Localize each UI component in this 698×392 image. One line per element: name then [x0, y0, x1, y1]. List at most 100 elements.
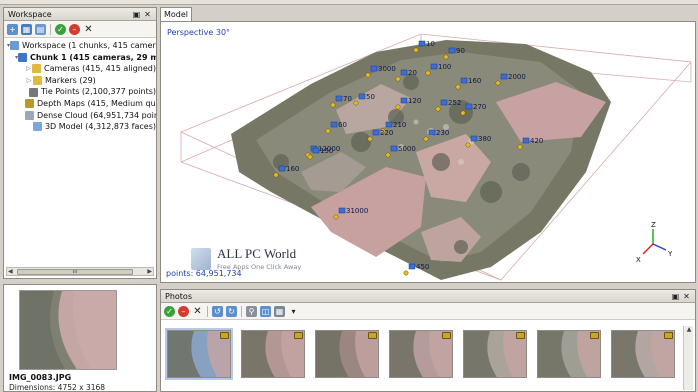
- marker-dot: [365, 72, 371, 78]
- watermark-logo-icon: [191, 247, 211, 270]
- reset-filter-icon[interactable]: ◫: [260, 305, 271, 317]
- tree-item-label: Markers (29): [45, 75, 96, 85]
- depth-maps-icon: [25, 99, 34, 109]
- photo-thumbnail[interactable]: [241, 330, 305, 378]
- tree-item[interactable]: 3D Model (4,312,873 faces): [7, 121, 156, 133]
- tree-item-label: Cameras (415, 415 aligned): [43, 64, 156, 74]
- scroll-left-icon[interactable]: ◀: [7, 268, 13, 275]
- enable-icon[interactable]: ✓: [55, 23, 66, 35]
- rotate-left-icon[interactable]: ↺: [212, 305, 223, 317]
- workspace-tree: ▾ Workspace (1 chunks, 415 cameras) ▾ Chunk…: [4, 38, 156, 133]
- marker-label: 380: [478, 135, 491, 143]
- photo-thumbnails: [165, 328, 675, 380]
- marker-dot: [273, 172, 279, 178]
- float-icon[interactable]: ▣: [671, 292, 680, 301]
- photo-thumbnail[interactable]: [165, 328, 233, 380]
- enable-icon[interactable]: ✓: [164, 305, 175, 317]
- disable-icon[interactable]: –: [69, 23, 80, 35]
- close-icon[interactable]: ✕: [682, 292, 691, 301]
- tree-item[interactable]: Depth Maps (415, Medium qual: [7, 98, 156, 110]
- tree-item[interactable]: ▷ Markers (29): [7, 75, 156, 87]
- watermark-title: ALL PC World: [217, 246, 297, 261]
- camera-icon: [440, 99, 448, 106]
- preview-image: [19, 290, 117, 370]
- svg-text:X: X: [636, 256, 641, 264]
- float-icon[interactable]: ▣: [132, 10, 141, 19]
- disable-icon[interactable]: –: [178, 305, 189, 317]
- camera-icon: [470, 135, 478, 142]
- photos-title: Photos: [165, 291, 192, 301]
- workspace-title: Workspace: [8, 9, 52, 19]
- marker-dot: [413, 47, 419, 53]
- model-tabbar: Model: [160, 7, 696, 21]
- tree-item[interactable]: ▷ Cameras (415, 415 aligned): [7, 63, 156, 75]
- marker-dot: [517, 144, 523, 150]
- marker-label: 420: [530, 137, 543, 145]
- expander-icon[interactable]: ▷: [25, 63, 32, 75]
- camera-icon: [465, 103, 473, 110]
- marker-label: 90: [456, 47, 465, 55]
- marker-dot: [367, 136, 373, 142]
- marker-label: 10: [426, 40, 435, 48]
- marker-dot: [423, 136, 429, 142]
- remove-icon[interactable]: ✕: [192, 306, 203, 317]
- aligned-camera-icon: [516, 332, 525, 339]
- camera-icon: [330, 121, 338, 128]
- camera-icon: [400, 69, 408, 76]
- marker-dot: [455, 84, 461, 90]
- photo-thumbnail[interactable]: [537, 330, 601, 378]
- photo-thumbnail[interactable]: [463, 330, 527, 378]
- close-icon[interactable]: ✕: [143, 10, 152, 19]
- marker-dot: [307, 154, 313, 160]
- top-strip: [0, 0, 698, 5]
- tab-model[interactable]: Model: [160, 7, 192, 21]
- marker-label: 60: [338, 121, 347, 129]
- tree-item-label: Chunk 1 (415 cameras, 29 marker: [30, 52, 156, 62]
- marker-label: 252: [448, 99, 461, 107]
- camera-icon: [385, 121, 393, 128]
- camera-icon: [430, 63, 438, 70]
- filter-icon[interactable]: ⚲: [246, 305, 257, 317]
- photo-thumbnail[interactable]: [315, 330, 379, 378]
- marker-dot: [325, 128, 331, 134]
- camera-icon: [358, 93, 366, 100]
- camera-icon: [312, 147, 320, 154]
- tree-item-label: 3D Model (4,312,873 faces): [44, 122, 156, 132]
- aligned-camera-icon: [294, 332, 303, 339]
- marker-dot: [460, 110, 466, 116]
- camera-icon: [390, 145, 398, 152]
- marker[interactable]: 450: [403, 263, 430, 276]
- add-folder-icon[interactable]: ▤: [35, 23, 46, 35]
- camera-icon: [500, 73, 508, 80]
- model-icon: [32, 122, 42, 132]
- chunk-icon: [18, 52, 28, 62]
- view-mode-icon[interactable]: ▦: [274, 305, 285, 317]
- scroll-up-icon[interactable]: ▲: [684, 326, 694, 334]
- marker-label: 31000: [346, 207, 368, 215]
- marker-label: 150: [320, 147, 333, 155]
- preview-dimensions: Dimensions: 4752 x 3168: [9, 383, 106, 392]
- camera-icon: [408, 263, 416, 270]
- marker-label: 120: [408, 97, 421, 105]
- chevron-down-icon[interactable]: ▾: [288, 306, 299, 317]
- camera-icon: [278, 165, 286, 172]
- horizontal-scrollbar[interactable]: ◀ III ▶: [6, 267, 154, 276]
- photo-thumbnail[interactable]: [389, 330, 453, 378]
- remove-icon[interactable]: ✕: [83, 24, 94, 35]
- scroll-right-icon[interactable]: ▶: [147, 268, 153, 275]
- model-viewport[interactable]: Z Y X 10 90 3000 20 100 160 2000 70 50 120 252 270 6…: [160, 21, 696, 283]
- add-chunk-icon[interactable]: +: [7, 23, 18, 35]
- axis-gizmo: Z Y X: [636, 221, 673, 264]
- tree-item[interactable]: Tie Points (2,100,377 points): [7, 86, 156, 98]
- tree-item[interactable]: ▾Chunk 1 (415 cameras, 29 marker: [7, 52, 156, 64]
- scroll-thumb[interactable]: III: [17, 268, 133, 275]
- tree-item[interactable]: ▾ Workspace (1 chunks, 415 cameras): [7, 40, 156, 52]
- tree-item[interactable]: Dense Cloud (64,951,734 points: [7, 110, 156, 122]
- expander-icon[interactable]: ▷: [25, 75, 33, 87]
- photo-thumbnail[interactable]: [611, 330, 675, 378]
- rotate-right-icon[interactable]: ↻: [226, 305, 237, 317]
- camera-icon: [418, 40, 426, 47]
- add-photos-icon[interactable]: ▦: [21, 23, 32, 35]
- vertical-scrollbar[interactable]: ▲: [683, 326, 693, 390]
- camera-icon: [335, 95, 343, 102]
